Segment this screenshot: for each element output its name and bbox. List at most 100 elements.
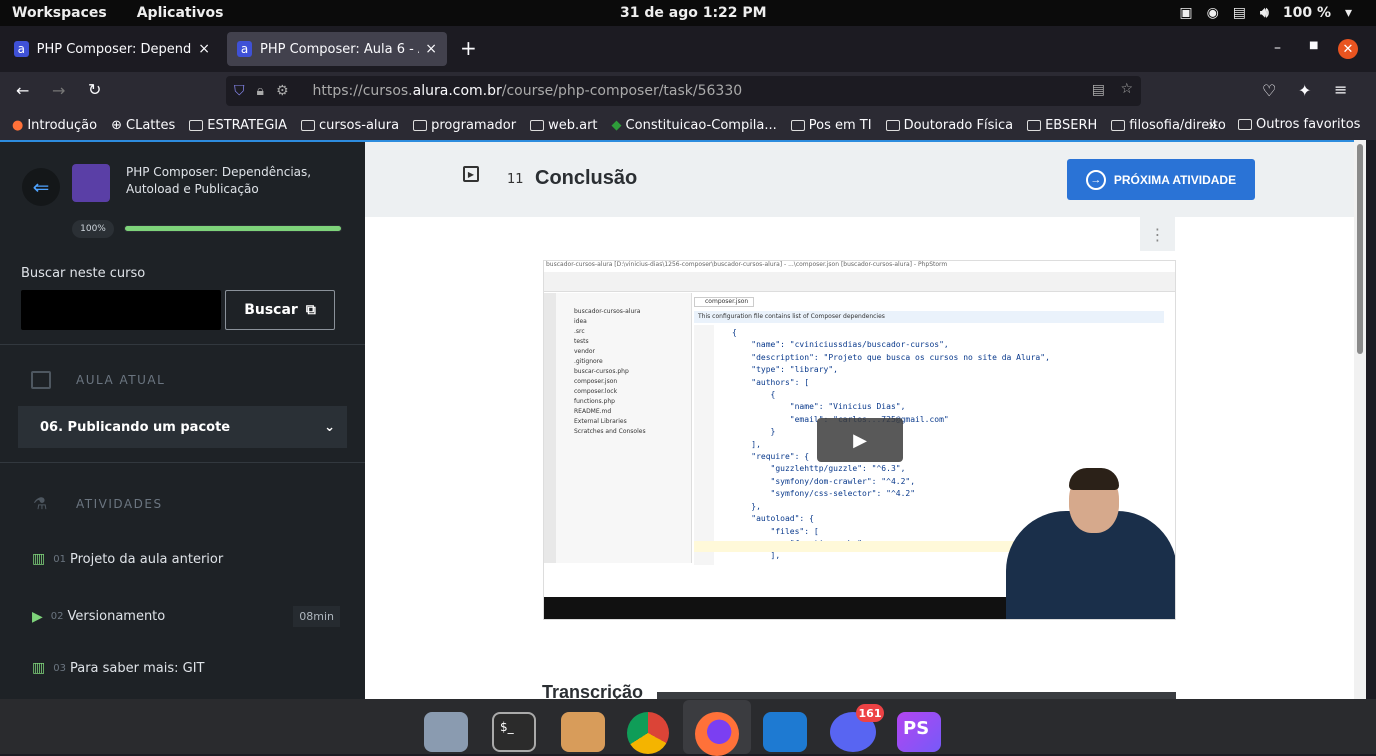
activity-item[interactable]: ▶ 02 Versionamento 08min [32,606,340,627]
search-button[interactable]: Buscar ⧉ [225,290,335,330]
menu-icon[interactable]: ≡ [1334,80,1347,99]
next-activity-button[interactable]: → PRÓXIMA ATIVIDADE [1067,159,1255,200]
maximize-icon[interactable]: ■ [1309,40,1318,51]
flask-icon: ⚗ [33,494,48,513]
bookmark-folder[interactable]: web.art [530,118,598,133]
transcript-bar [657,692,1176,699]
chrome-icon[interactable] [627,712,669,754]
bookmark-constituicao[interactable]: ◆ Constituicao-Compila... [612,118,777,133]
activities-section-title: ATIVIDADES [76,497,163,511]
phpstorm-icon[interactable]: PS [897,712,941,752]
play-icon[interactable]: ▶ [817,418,903,462]
progress-fill [124,225,342,232]
clock[interactable]: 31 de ago 1:22 PM [620,5,767,21]
search-label: Buscar neste curso [21,266,146,281]
tab-title: PHP Composer: Aula 6 - Ativ [259,41,419,57]
bookmark-folder[interactable]: Pos em TI [790,118,872,133]
discord-tray-icon[interactable]: ◉ [1207,5,1219,21]
chevron-down-icon[interactable]: ▾ [1345,5,1352,21]
terminal-icon[interactable]: $_ [492,712,536,752]
code-line: "autoload": { [732,514,814,524]
rocket-icon[interactable] [561,712,605,752]
book-open-icon: ▥ [32,551,46,567]
workspaces-button[interactable]: Workspaces [12,5,107,21]
folder-icon [301,119,316,131]
firefox-icon[interactable] [695,712,739,756]
video-player[interactable]: buscador-cursos-alura [D:\vinicius-dias\… [543,260,1176,620]
tab-2-active[interactable]: a PHP Composer: Aula 6 - Ativ × [227,32,447,66]
pocket-icon[interactable]: ♡ [1262,81,1276,100]
bookmark-clattes[interactable]: ⊕ CLattes [111,118,175,133]
minimize-icon[interactable]: – [1274,40,1281,56]
more-options-icon[interactable]: ⋮ [1140,217,1175,251]
search-button-label: Buscar [244,302,298,318]
tree-item: buscar-cursos.php [574,368,629,375]
screen-icon[interactable]: ▣ [1179,5,1192,21]
reader-view-icon[interactable]: ▤ [1092,82,1105,98]
files-icon[interactable] [424,712,468,752]
keyboard-icon[interactable]: ▤ [1233,5,1246,21]
bookmark-folder[interactable]: EBSERH [1027,118,1097,133]
bookmark-folder[interactable]: programador [413,118,516,133]
tree-item: composer.lock [574,388,618,395]
extension-icon[interactable]: ✦ [1298,81,1311,100]
collapse-sidebar-icon[interactable]: ⇐ [22,168,60,206]
close-window-icon[interactable]: ✕ [1338,39,1358,59]
tree-item: tests [574,338,589,345]
current-section-title: AULA ATUAL [76,373,166,387]
back-icon[interactable]: ← [16,81,29,100]
code-line: ], [732,551,781,561]
code-line: "name": "cviniciussdias/buscador-cursos"… [732,340,949,350]
progress-bar [124,225,342,232]
volume-icon[interactable]: 🔊︎ [1260,5,1269,21]
activity-item[interactable]: ▥ 01 Projeto da aula anterior [32,551,223,567]
folder-icon [1027,119,1042,131]
firefox-icon: ● [12,117,24,133]
search-input[interactable] [21,290,221,330]
activity-item[interactable]: ▥ 03 Para saber mais: GIT [32,660,204,676]
forward-icon[interactable]: → [52,81,65,100]
tree-item: composer.json [574,378,618,385]
shield-icon[interactable]: ⛉ [234,83,245,99]
activity-label: Projeto da aula anterior [69,551,224,567]
presenter-hair [1069,468,1119,490]
ide-gutter [694,325,714,565]
external-link-icon: ⧉ [305,302,316,318]
close-tab-icon[interactable]: × [198,41,210,57]
tree-list: buscador-cursos-alura idea .src tests vendor… [574,307,691,437]
bookmark-folder[interactable]: ESTRATEGIA [189,118,287,133]
folder-icon [1111,119,1126,131]
task-title: Conclusão [535,167,638,189]
url-path: /course/php-composer/task/56330 [501,83,743,99]
url-bar[interactable]: ⛉ 🔒︎ ⚙ https://cursos. alura.com.br/cours… [226,76,1141,106]
bookmark-folder[interactable]: Doutorado Física [885,118,1013,133]
lock-icon[interactable]: 🔒︎ [257,83,264,99]
bookmark-folder[interactable]: cursos-alura [301,118,399,133]
ide-title: buscador-cursos-alura [D:\vinicius-dias\… [546,261,948,268]
transcript-title: Transcrição [542,682,644,699]
vscode-icon[interactable] [763,712,807,752]
apps-button[interactable]: Aplicativos [137,5,224,21]
current-lesson-select[interactable]: 06. Publicando um pacote ⌄ [18,406,347,448]
code-line: { [732,390,776,400]
tree-item: .gitignore [574,358,603,365]
battery-label[interactable]: 100 % [1283,5,1331,21]
course-title[interactable]: PHP Composer: Dependências, Autoload e P… [126,164,336,198]
bookmark-introducao[interactable]: ● Introdução [12,118,97,133]
close-tab-icon[interactable]: × [425,41,437,57]
other-bookmarks[interactable]: Outros favoritos [1238,117,1360,132]
permissions-icon[interactable]: ⚙ [276,83,289,99]
tab-1[interactable]: a PHP Composer: Dependênci × [4,32,220,66]
tree-item: functions.php [574,398,615,405]
new-tab-button[interactable]: + [460,36,477,60]
code-line: "type": "library", [732,365,838,375]
code-line: "description": "Projeto que busca os cur… [732,352,1050,362]
page-scrollbar[interactable] [1354,140,1366,699]
progress-label: 100% [72,220,114,238]
scrollbar-thumb[interactable] [1357,144,1363,354]
folder-icon [530,119,545,131]
bookmarks-overflow-icon[interactable]: » [1208,115,1218,134]
reload-icon[interactable]: ↻ [88,80,101,99]
system-top-bar: Workspaces Aplicativos 31 de ago 1:22 PM… [0,0,1376,26]
bookmark-star-icon[interactable]: ☆ [1120,81,1133,97]
